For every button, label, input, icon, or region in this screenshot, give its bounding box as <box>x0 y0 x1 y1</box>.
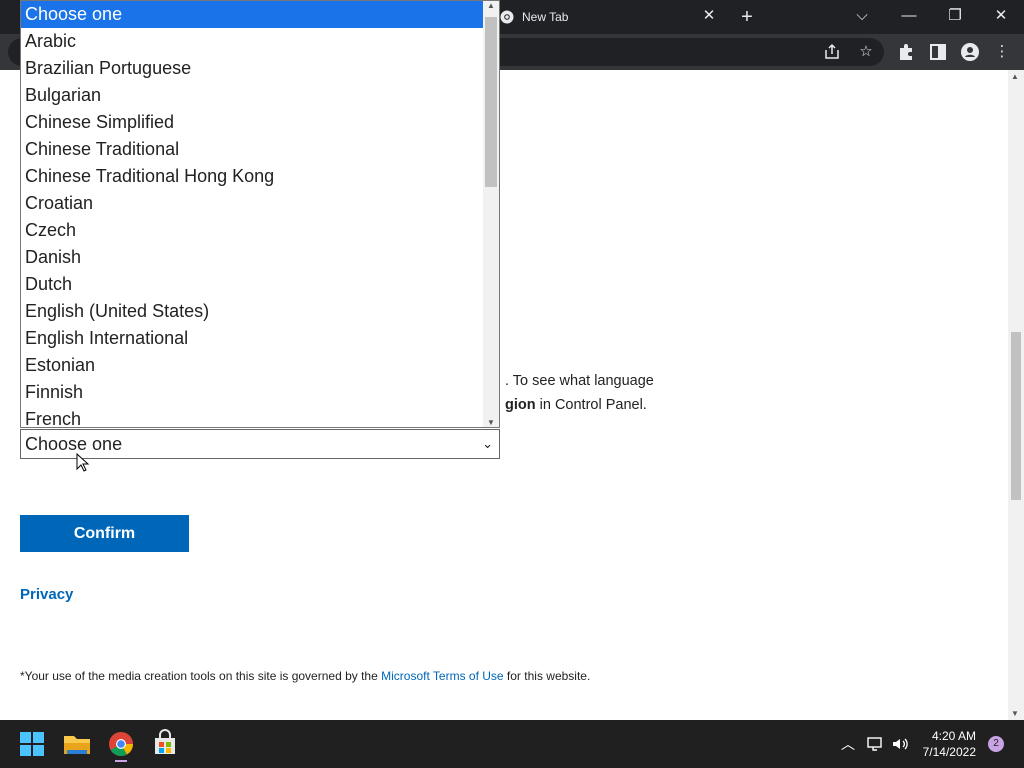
new-tab-button[interactable]: + <box>736 6 758 28</box>
scroll-up-icon[interactable]: ▲ <box>487 1 495 10</box>
clock-time: 4:20 AM <box>931 729 976 743</box>
volume-icon[interactable] <box>890 734 910 754</box>
language-select[interactable]: Choose one ⌄ <box>20 429 500 459</box>
tab-new-tab[interactable]: New Tab ✕ <box>488 0 726 34</box>
dropdown-option[interactable]: French <box>21 406 483 427</box>
side-panel-icon[interactable] <box>926 40 950 64</box>
mouse-cursor-icon <box>76 453 90 472</box>
chrome-icon[interactable] <box>103 726 139 762</box>
footer-suffix: for this website. <box>503 669 591 683</box>
bookmark-star-icon[interactable]: ☆ <box>854 40 878 64</box>
chrome-icon <box>500 10 514 24</box>
dropdown-option[interactable]: Dutch <box>21 271 483 298</box>
dropdown-option[interactable]: Czech <box>21 217 483 244</box>
dropdown-scrollbar[interactable]: ▲ ▼ <box>483 1 499 427</box>
menu-dots-icon[interactable]: ⋮ <box>990 40 1014 64</box>
footer-note: *Your use of the media creation tools on… <box>20 669 590 683</box>
dropdown-option[interactable]: English International <box>21 325 483 352</box>
dropdown-option[interactable]: Chinese Traditional Hong Kong <box>21 163 483 190</box>
dropdown-option[interactable]: Arabic <box>21 28 483 55</box>
confirm-button[interactable]: Confirm <box>20 515 189 552</box>
dropdown-option[interactable]: English (United States) <box>21 298 483 325</box>
info-line1: . To see what language <box>505 373 654 389</box>
dropdown-option[interactable]: Bulgarian <box>21 82 483 109</box>
minimize-button[interactable]: — <box>895 4 923 28</box>
profile-icon[interactable] <box>958 40 982 64</box>
dropdown-option[interactable]: Croatian <box>21 190 483 217</box>
notification-badge[interactable]: 2 <box>988 736 1004 752</box>
tab-search-icon[interactable]: ⌵ <box>848 4 876 28</box>
terms-of-use-link[interactable]: Microsoft Terms of Use <box>381 669 503 683</box>
page-scrollbar[interactable]: ▲ ▼ <box>1008 70 1024 720</box>
restore-button[interactable]: ❐ <box>941 4 969 28</box>
scroll-up-icon[interactable]: ▲ <box>1011 72 1019 81</box>
scroll-down-icon[interactable]: ▼ <box>487 418 495 427</box>
dropdown-scroll-thumb[interactable] <box>485 17 497 187</box>
clock-date: 7/14/2022 <box>922 745 976 759</box>
dropdown-option[interactable]: Danish <box>21 244 483 271</box>
info-line2: in Control Panel. <box>535 397 647 413</box>
footer-prefix: *Your use of the media creation tools on… <box>20 669 382 683</box>
privacy-link[interactable]: Privacy <box>20 586 73 603</box>
dropdown-option[interactable]: Choose one <box>21 1 483 28</box>
network-icon[interactable] <box>865 734 885 754</box>
share-icon[interactable] <box>820 40 844 64</box>
info-bold-text: gion <box>505 397 536 413</box>
file-explorer-icon[interactable] <box>59 726 95 762</box>
close-window-button[interactable]: ✕ <box>987 4 1015 28</box>
select-value: Choose one <box>25 434 123 454</box>
tab-title: New Tab <box>522 10 569 24</box>
windows-start-icon[interactable] <box>14 726 50 762</box>
dropdown-option[interactable]: Chinese Simplified <box>21 109 483 136</box>
scroll-down-icon[interactable]: ▼ <box>1011 709 1019 718</box>
microsoft-store-icon[interactable] <box>147 726 183 762</box>
language-dropdown-list[interactable]: Choose one Arabic Brazilian Portuguese Bulg… <box>20 0 500 428</box>
dropdown-option[interactable]: Chinese Traditional <box>21 136 483 163</box>
language-info-text: . To see what language gion in Control P… <box>505 369 1005 417</box>
chevron-down-icon: ⌄ <box>482 436 493 451</box>
extensions-icon[interactable] <box>894 40 918 64</box>
dropdown-option[interactable]: Estonian <box>21 352 483 379</box>
scroll-thumb[interactable] <box>1011 332 1021 500</box>
close-tab-icon[interactable]: ✕ <box>700 7 718 25</box>
taskbar: ︿ 4:20 AM 7/14/2022 2 <box>0 720 1024 768</box>
dropdown-option[interactable]: Finnish <box>21 379 483 406</box>
chevron-up-icon[interactable]: ︿ <box>838 734 858 754</box>
system-clock[interactable]: 4:20 AM 7/14/2022 <box>918 728 976 760</box>
dropdown-option[interactable]: Brazilian Portuguese <box>21 55 483 82</box>
